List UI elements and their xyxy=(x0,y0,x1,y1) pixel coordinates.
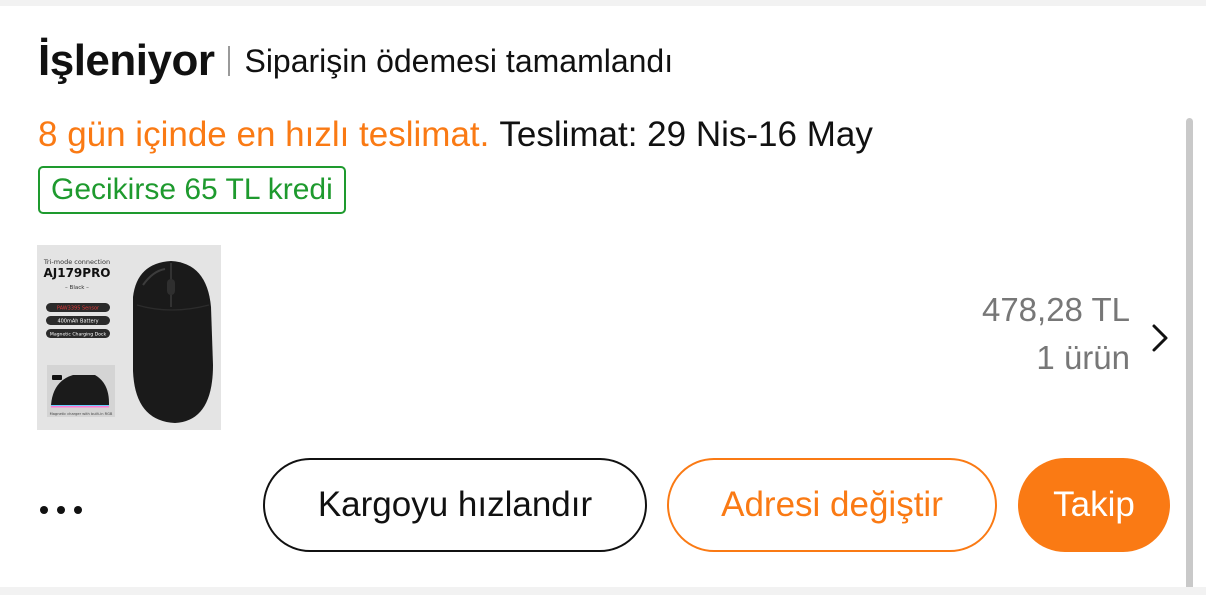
more-horizontal-icon[interactable] xyxy=(40,490,100,530)
bottom-divider xyxy=(0,587,1206,595)
delivery-info: 8 gün içinde en hızlı teslimat. Teslimat… xyxy=(38,110,873,160)
order-price: 478,28 TL xyxy=(981,291,1130,328)
product-thumbnail[interactable]: Tri-mode connection AJ179PRO – Black – P… xyxy=(37,245,221,430)
delivery-date-range: Teslimat: 29 Nis-16 May xyxy=(499,115,873,154)
mouse-product-image: Tri-mode connection AJ179PRO – Black – P… xyxy=(37,245,221,430)
image-feature-2: 400mAh Battery xyxy=(57,319,98,325)
image-feature-3: Magnetic Charging Dock xyxy=(50,332,107,338)
image-color-text: – Black – xyxy=(65,285,89,291)
more-dot xyxy=(57,506,65,514)
speed-up-shipping-label: Kargoyu hızlandır xyxy=(317,485,593,524)
status-divider xyxy=(228,46,231,76)
speed-up-shipping-button[interactable]: Kargoyu hızlandır xyxy=(263,458,647,552)
order-status-subtitle: Siparişin ödemesi tamamlandı xyxy=(244,42,674,79)
order-status-line: İşleniyor Siparişin ödemesi tamamlandı xyxy=(38,28,673,94)
change-address-label: Adresi değiştir xyxy=(721,485,943,524)
image-dock-note: Magnetic charger with built-in RGB xyxy=(50,412,113,416)
fastest-delivery-text: 8 gün içinde en hızlı teslimat. xyxy=(38,115,490,154)
top-divider xyxy=(0,0,1206,6)
more-dot xyxy=(40,506,48,514)
image-model-text: AJ179PRO xyxy=(43,266,110,280)
item-count: 1 ürün xyxy=(1036,339,1130,376)
late-credit-badge: Gecikirse 65 TL kredi xyxy=(38,166,346,214)
late-credit-label: Gecikirse 65 TL kredi xyxy=(51,173,333,206)
more-dot xyxy=(74,506,82,514)
track-button[interactable]: Takip xyxy=(1018,458,1170,552)
price-summary[interactable]: 478,28 TL 1 ürün xyxy=(982,288,1130,380)
chevron-right-icon[interactable] xyxy=(1148,320,1172,356)
scrollbar[interactable] xyxy=(1186,118,1193,593)
order-status-title: İşleniyor xyxy=(38,36,215,85)
image-connection-text: Tri-mode connection xyxy=(43,258,110,266)
image-feature-1: PAW3395 Sensor xyxy=(57,306,100,312)
change-address-button[interactable]: Adresi değiştir xyxy=(667,458,997,552)
track-label: Takip xyxy=(1053,485,1135,524)
